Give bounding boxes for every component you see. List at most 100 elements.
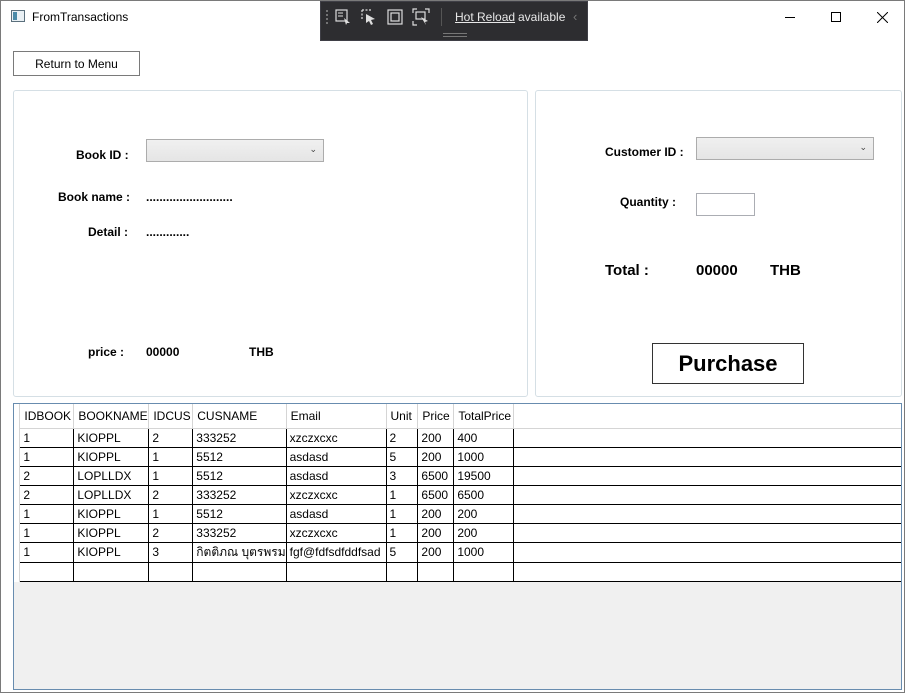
transactions-datagrid[interactable]: IDBOOK BOOKNAME IDCUS CUSNAME Email Unit… (13, 403, 902, 690)
track-focused-element-button[interactable] (410, 6, 432, 28)
layout-adorner-icon (387, 9, 403, 25)
cell-price[interactable]: 200 (417, 504, 455, 524)
select-element-button[interactable] (358, 6, 380, 28)
cell-price[interactable]: 200 (417, 523, 455, 543)
cell-idcus[interactable]: 1 (148, 466, 194, 486)
cell-idbook[interactable]: 1 (19, 542, 75, 563)
cell-price[interactable]: 200 (417, 428, 455, 448)
collapse-toolbar-chevron-icon[interactable]: ‹ (573, 9, 577, 24)
cell-bookname[interactable]: LOPLLDX (73, 485, 150, 505)
cell-idbook[interactable]: 1 (19, 447, 75, 467)
cell-bookname[interactable]: KIOPPL (73, 428, 150, 448)
customer-id-combobox[interactable]: ⌄ (696, 137, 874, 160)
cell-bookname[interactable]: LOPLLDX (73, 466, 150, 486)
cell-cusname[interactable]: กิตติภณ บุตรพรม (192, 542, 287, 563)
cell-unit[interactable]: 2 (386, 428, 419, 448)
cell-email[interactable]: xzczxcxc (286, 523, 387, 543)
cell-totalprice[interactable]: 19500 (453, 466, 515, 486)
new-item-row[interactable] (14, 562, 901, 582)
minimize-button[interactable] (767, 1, 813, 33)
cell-price[interactable] (417, 562, 455, 582)
cell-idbook[interactable]: 1 (19, 523, 75, 543)
column-header-price[interactable]: Price (417, 404, 455, 429)
column-header-email[interactable]: Email (286, 404, 387, 429)
cell-unit[interactable]: 5 (386, 542, 419, 563)
cell-cusname[interactable] (192, 562, 287, 582)
cell-bookname[interactable] (73, 562, 150, 582)
cell-idcus[interactable]: 2 (148, 485, 194, 505)
toolbar-drag-handle[interactable] (443, 33, 467, 37)
cell-idcus[interactable]: 2 (148, 428, 194, 448)
column-header-unit[interactable]: Unit (386, 404, 419, 429)
cell-idcus[interactable]: 1 (148, 504, 194, 524)
cell-bookname[interactable]: KIOPPL (73, 542, 150, 563)
cell-unit[interactable]: 5 (386, 447, 419, 467)
column-header-cusname[interactable]: CUSNAME (192, 404, 287, 429)
cell-idcus[interactable]: 3 (148, 542, 194, 563)
quantity-input[interactable] (696, 193, 755, 216)
return-to-menu-button[interactable]: Return to Menu (13, 51, 140, 76)
cell-totalprice[interactable]: 1000 (453, 542, 515, 563)
cell-idbook[interactable]: 2 (19, 485, 75, 505)
maximize-button[interactable] (813, 1, 859, 33)
row-filler (513, 466, 901, 486)
cell-idbook[interactable]: 1 (19, 504, 75, 524)
cell-cusname[interactable]: 333252 (192, 428, 287, 448)
column-header-bookname[interactable]: BOOKNAME (73, 404, 150, 429)
cell-cusname[interactable]: 5512 (192, 447, 287, 467)
cell-email[interactable]: xzczxcxc (286, 485, 387, 505)
cell-cusname[interactable]: 333252 (192, 523, 287, 543)
cell-email[interactable]: xzczxcxc (286, 428, 387, 448)
cell-totalprice[interactable]: 6500 (453, 485, 515, 505)
cell-idbook[interactable] (19, 562, 75, 582)
live-visual-tree-button[interactable] (332, 6, 354, 28)
table-row[interactable]: 2 LOPLLDX 1 5512 asdasd 3 6500 19500 (14, 466, 901, 486)
table-row[interactable]: 2 LOPLLDX 2 333252 xzczxcxc 1 6500 6500 (14, 485, 901, 505)
cell-cusname[interactable]: 5512 (192, 466, 287, 486)
cell-price[interactable]: 200 (417, 542, 455, 563)
cell-price[interactable]: 200 (417, 447, 455, 467)
table-row[interactable]: 1 KIOPPL 2 333252 xzczxcxc 1 200 200 (14, 523, 901, 543)
cell-bookname[interactable]: KIOPPL (73, 447, 150, 467)
table-row[interactable]: 1 KIOPPL 3 กิตติภณ บุตรพรม fgf@fdfsdfddfsad 5… (14, 542, 901, 563)
display-layout-adorners-button[interactable] (384, 6, 406, 28)
cell-email[interactable]: asdasd (286, 447, 387, 467)
cell-cusname[interactable]: 333252 (192, 485, 287, 505)
cell-unit[interactable]: 1 (386, 485, 419, 505)
cell-totalprice[interactable]: 400 (453, 428, 515, 448)
cell-unit[interactable]: 1 (386, 504, 419, 524)
cell-totalprice[interactable]: 1000 (453, 447, 515, 467)
cell-email[interactable] (286, 562, 387, 582)
cell-price[interactable]: 6500 (417, 466, 455, 486)
toolbar-grip[interactable] (325, 9, 329, 25)
cell-cusname[interactable]: 5512 (192, 504, 287, 524)
cell-totalprice[interactable] (453, 562, 515, 582)
cell-idcus[interactable]: 1 (148, 447, 194, 467)
cell-email[interactable]: asdasd (286, 466, 387, 486)
column-header-totalprice[interactable]: TotalPrice (453, 404, 515, 429)
purchase-button[interactable]: Purchase (652, 343, 804, 384)
cell-price[interactable]: 6500 (417, 485, 455, 505)
cell-unit[interactable]: 3 (386, 466, 419, 486)
cell-bookname[interactable]: KIOPPL (73, 504, 150, 524)
cell-idcus[interactable] (148, 562, 194, 582)
column-header-idbook[interactable]: IDBOOK (19, 404, 75, 429)
cell-idcus[interactable]: 2 (148, 523, 194, 543)
cell-email[interactable]: asdasd (286, 504, 387, 524)
cell-bookname[interactable]: KIOPPL (73, 523, 150, 543)
cell-totalprice[interactable]: 200 (453, 523, 515, 543)
table-row[interactable]: 1 KIOPPL 2 333252 xzczxcxc 2 200 400 (14, 428, 901, 448)
cell-totalprice[interactable]: 200 (453, 504, 515, 524)
column-header-idcus[interactable]: IDCUS (148, 404, 194, 429)
cell-unit[interactable] (386, 562, 419, 582)
cell-idbook[interactable]: 2 (19, 466, 75, 486)
column-header-filler (513, 404, 901, 429)
hot-reload-link[interactable]: Hot Reload (455, 10, 515, 24)
cell-idbook[interactable]: 1 (19, 428, 75, 448)
close-button[interactable] (859, 1, 905, 33)
book-id-combobox[interactable]: ⌄ (146, 139, 324, 162)
table-row[interactable]: 1 KIOPPL 1 5512 asdasd 1 200 200 (14, 504, 901, 524)
cell-unit[interactable]: 1 (386, 523, 419, 543)
table-row[interactable]: 1 KIOPPL 1 5512 asdasd 5 200 1000 (14, 447, 901, 467)
cell-email[interactable]: fgf@fdfsdfddfsad (286, 542, 387, 563)
